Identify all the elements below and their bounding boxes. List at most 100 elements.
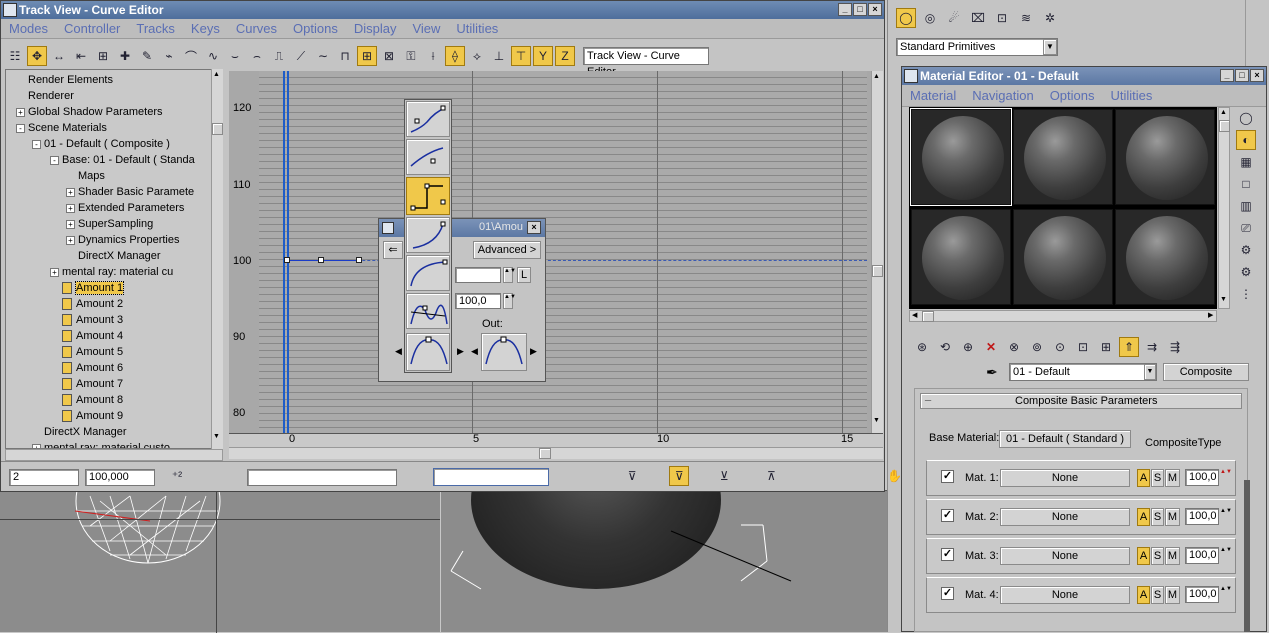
tangent-smooth-option[interactable] xyxy=(406,101,450,137)
track-view-titlebar[interactable]: Track View - Curve Editor _ □ × xyxy=(1,1,884,19)
menu-display[interactable]: Display xyxy=(346,21,405,36)
material-id-icon[interactable]: ⊙ xyxy=(1050,337,1070,357)
value-field[interactable]: 100,000 xyxy=(85,469,155,486)
menu-keys[interactable]: Keys xyxy=(183,21,228,36)
tangent-auto-icon[interactable]: ⌒ xyxy=(181,46,201,66)
mat-3-subtractive[interactable]: S xyxy=(1151,547,1164,565)
tree-item[interactable]: Amount 4 xyxy=(50,328,123,344)
mat-1-button[interactable]: None xyxy=(1000,469,1130,487)
select-by-material-icon[interactable]: ⚙ xyxy=(1236,262,1256,282)
tree-item[interactable]: -01 - Default ( Composite ) xyxy=(32,136,170,152)
tree-item[interactable]: + mental ray: material cu xyxy=(50,264,173,280)
sample-type-icon[interactable]: ◯ xyxy=(1236,108,1256,128)
lock-tangents-icon[interactable]: ⟠ xyxy=(445,46,465,66)
selection-field[interactable] xyxy=(247,469,397,486)
tree-item[interactable]: DirectX Manager xyxy=(66,248,161,264)
collapse-icon[interactable]: - xyxy=(16,123,25,133)
mat-2-spinner[interactable]: ▲▼ xyxy=(1220,507,1232,525)
mat-3-spinner[interactable]: ▲▼ xyxy=(1220,546,1232,564)
tangent-smooth-icon[interactable]: ∼ xyxy=(313,46,333,66)
time-spinner[interactable]: ▲▼ xyxy=(503,267,516,283)
material-navigator-icon[interactable]: ⋮ xyxy=(1236,284,1256,304)
video-color-check-icon[interactable]: ▥ xyxy=(1236,196,1256,216)
show-map-icon[interactable]: ⊡ xyxy=(1073,337,1093,357)
menu-utilities[interactable]: Utilities xyxy=(448,21,506,36)
base-material-button[interactable]: 01 - Default ( Standard ) xyxy=(999,430,1131,448)
sample-slot-1[interactable] xyxy=(910,108,1012,206)
position-x-icon[interactable]: ⊤ xyxy=(511,46,531,66)
tree-item[interactable]: Maps xyxy=(66,168,105,184)
tangent-custom-icon[interactable]: ∿ xyxy=(203,46,223,66)
eyedropper-icon[interactable]: ✒ xyxy=(986,364,998,381)
tree-item[interactable]: + Shader Basic Paramete xyxy=(66,184,194,200)
tree-item[interactable]: + mental ray: material custo xyxy=(32,440,170,448)
tree-item[interactable]: - Base: 01 - Default ( Standa xyxy=(50,152,195,168)
tangent-custom-option[interactable] xyxy=(406,293,450,329)
value-spinner[interactable]: ▲▼ xyxy=(503,293,516,309)
key-stats-icon[interactable]: ⁺² xyxy=(167,466,187,486)
draw-curves-icon[interactable]: ✎ xyxy=(137,46,157,66)
viewport-perspective[interactable] xyxy=(441,411,887,632)
sample-slot-2[interactable] xyxy=(1013,109,1113,205)
in-next-arrow[interactable]: ▶ xyxy=(457,346,464,357)
tangent-fast-option[interactable] xyxy=(406,255,450,291)
mat-3-amount[interactable]: 100,0 xyxy=(1185,547,1219,564)
lock-key-button[interactable]: L xyxy=(517,267,531,283)
tree-item[interactable]: - Scene Materials xyxy=(16,120,107,136)
show-keyable-icon[interactable]: ⚿ xyxy=(401,46,421,66)
show-tangents-icon[interactable]: ⟊ xyxy=(423,46,443,66)
mat-4-additive[interactable]: A xyxy=(1137,586,1150,604)
slots-hscroll[interactable]: ◀ ▶ xyxy=(909,310,1217,322)
spacewarps-icon[interactable]: ≋ xyxy=(1016,8,1036,28)
tree-item[interactable]: + Global Shadow Parameters xyxy=(16,104,163,120)
key-point[interactable] xyxy=(356,257,362,263)
pick-from-object-icon[interactable]: ⇶ xyxy=(1165,337,1185,357)
mat-4-checkbox[interactable]: ✓ xyxy=(941,587,954,600)
mat-3-mix[interactable]: M xyxy=(1165,547,1180,565)
snap-frames-icon[interactable]: ⊞ xyxy=(357,46,377,66)
expand-icon[interactable]: + xyxy=(66,187,75,197)
material-name-field[interactable]: 01 - Default ▼ xyxy=(1009,363,1157,381)
show-all-tangents-icon[interactable]: ⟡ xyxy=(467,46,487,66)
minimize-button[interactable]: _ xyxy=(838,3,852,16)
position-z-icon[interactable]: Z xyxy=(555,46,575,66)
mat-3-checkbox[interactable]: ✓ xyxy=(941,548,954,561)
mat-4-spinner[interactable]: ▲▼ xyxy=(1220,585,1232,603)
tree-item[interactable]: Render Elements xyxy=(16,72,113,88)
minimize-button[interactable]: _ xyxy=(1220,69,1234,82)
material-editor-titlebar[interactable]: Material Editor - 01 - Default _ □ × xyxy=(902,67,1266,85)
close-button[interactable]: × xyxy=(868,3,882,16)
rollout-header[interactable]: _ Composite Basic Parameters xyxy=(920,390,1242,409)
mat-2-checkbox[interactable]: ✓ xyxy=(941,509,954,522)
expand-icon[interactable]: + xyxy=(66,235,75,245)
dialog-close-button[interactable]: × xyxy=(527,221,541,234)
category-dropdown[interactable]: Standard Primitives ▼ xyxy=(896,38,1058,56)
mat-2-mix[interactable]: M xyxy=(1165,508,1180,526)
mat-1-subtractive[interactable]: S xyxy=(1151,469,1164,487)
curve-line[interactable] xyxy=(287,260,867,261)
sample-slot-3[interactable] xyxy=(1115,109,1215,205)
backlight-icon[interactable]: ◐ xyxy=(1236,130,1256,150)
tangent-slow-icon[interactable]: ⌢ xyxy=(247,46,267,66)
time-field[interactable] xyxy=(455,267,501,283)
sample-slot-6[interactable] xyxy=(1115,209,1215,305)
options-icon[interactable]: ⚙ xyxy=(1236,240,1256,260)
key-point[interactable] xyxy=(318,257,324,263)
mat-1-spinner[interactable]: ▲▼ xyxy=(1220,468,1232,486)
tree-item[interactable]: + Dynamics Properties xyxy=(66,232,179,248)
menu-controller[interactable]: Controller xyxy=(56,21,128,36)
graph-hscroll[interactable] xyxy=(229,447,883,459)
rollout-scrollbar[interactable] xyxy=(1244,480,1250,632)
lock-curves-icon[interactable]: ⊼ xyxy=(761,466,781,486)
maximize-button[interactable]: □ xyxy=(853,3,867,16)
cameras-icon[interactable]: ⌧ xyxy=(968,8,988,28)
mat-4-amount[interactable]: 100,0 xyxy=(1185,586,1219,603)
lights-icon[interactable]: ☄ xyxy=(944,8,964,28)
mat-1-mix[interactable]: M xyxy=(1165,469,1180,487)
menu-modes[interactable]: Modes xyxy=(1,21,56,36)
graph-vscroll[interactable]: ▲ ▼ xyxy=(871,71,883,433)
geometry-icon[interactable]: ◯ xyxy=(896,8,916,28)
out-tangent-button[interactable] xyxy=(481,333,527,371)
reset-map-icon[interactable]: ✕ xyxy=(981,337,1001,357)
collapse-icon[interactable]: - xyxy=(32,139,41,149)
